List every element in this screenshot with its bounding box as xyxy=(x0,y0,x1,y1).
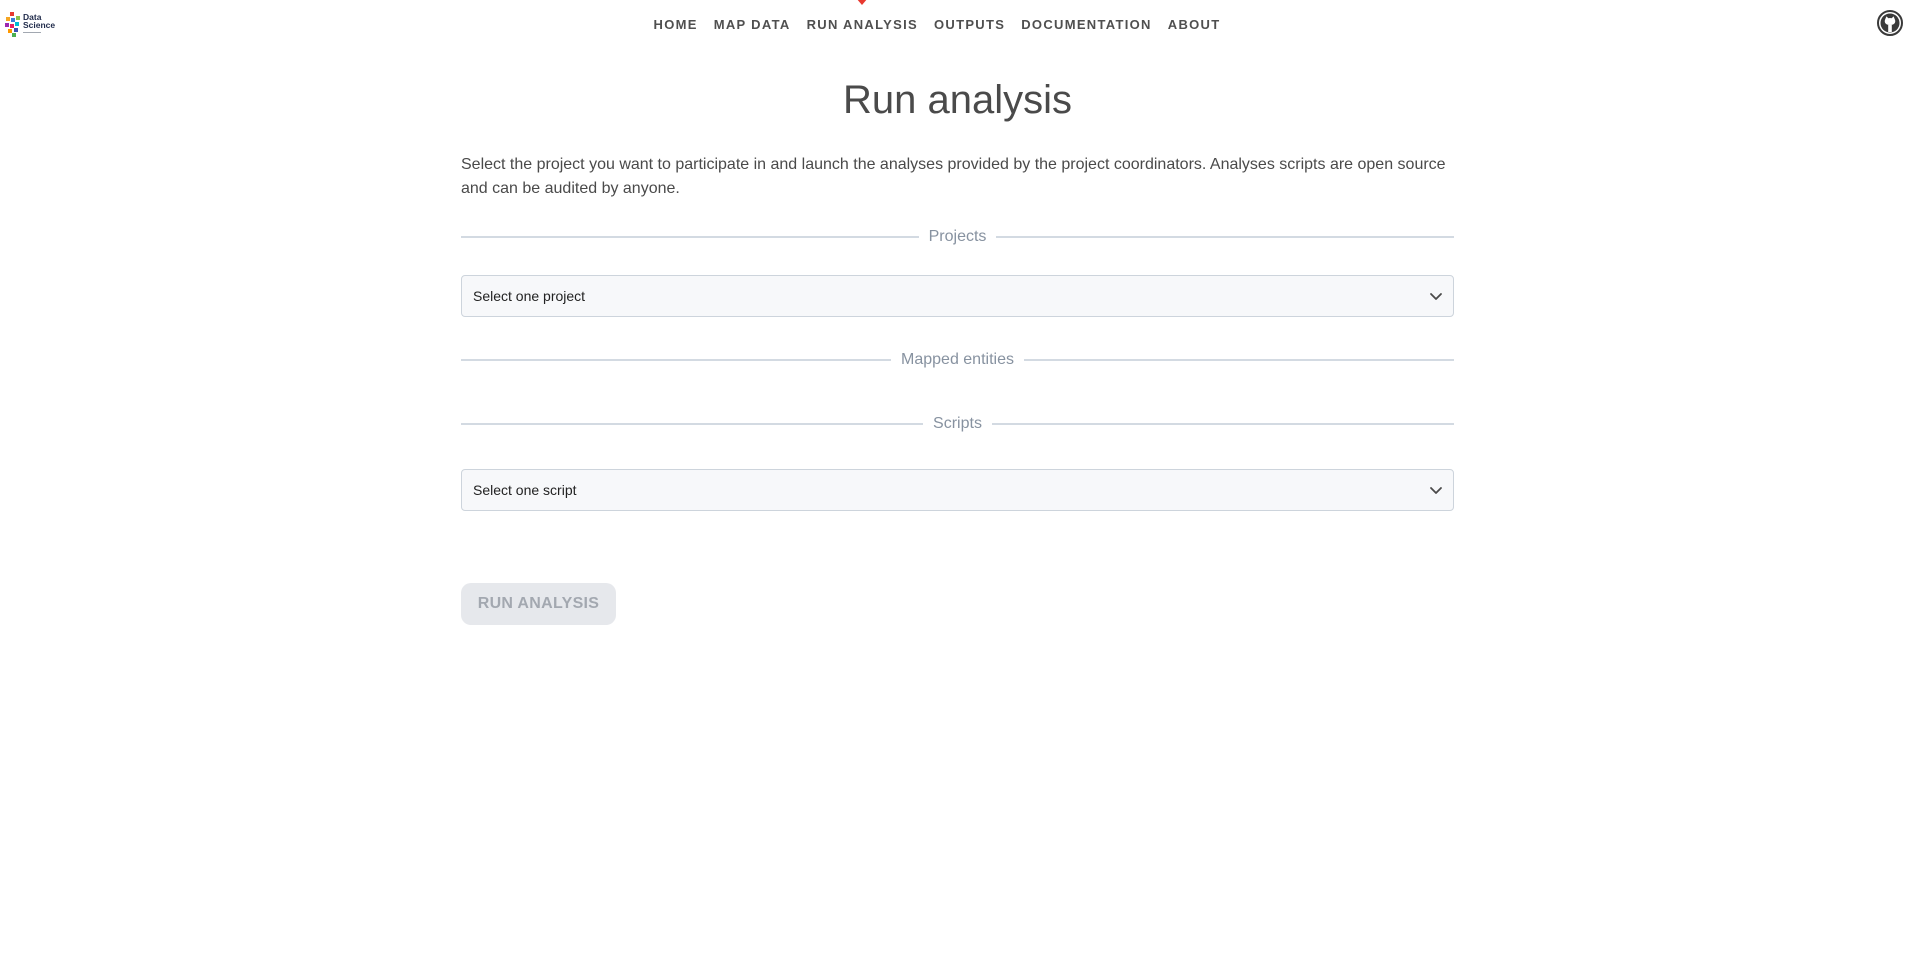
projects-divider: Projects xyxy=(461,225,1455,249)
projects-section-label: Projects xyxy=(928,228,987,245)
divider-line xyxy=(461,359,892,361)
divider-line xyxy=(1023,359,1454,361)
mapped-entities-divider: Mapped entities xyxy=(461,348,1454,372)
divider-line xyxy=(991,423,1454,425)
top-navigation-bar: Data Science ▬▬▬▬▬▬ HOME MAP DATA RUN AN… xyxy=(0,0,1914,48)
main-nav: HOME MAP DATA RUN ANALYSIS OUTPUTS DOCUM… xyxy=(0,0,1914,48)
nav-item-home[interactable]: HOME xyxy=(646,17,706,32)
nav-item-outputs[interactable]: OUTPUTS xyxy=(926,17,1013,32)
nav-item-run-analysis[interactable]: RUN ANALYSIS xyxy=(799,0,926,32)
project-select-value: Select one project xyxy=(473,288,586,304)
script-select[interactable]: Select one script xyxy=(461,469,1454,511)
nav-item-label: RUN ANALYSIS xyxy=(806,16,918,32)
github-icon[interactable] xyxy=(1877,10,1903,36)
divider-line xyxy=(461,236,919,238)
actions-area: RUN ANALYSIS xyxy=(461,511,1454,627)
page-title: Run analysis xyxy=(842,78,1072,122)
nav-item-documentation[interactable]: DOCUMENTATION xyxy=(1013,17,1160,32)
chevron-down-icon xyxy=(1430,487,1442,494)
project-select[interactable]: Select one project xyxy=(461,275,1454,317)
active-indicator-icon xyxy=(856,0,869,5)
nav-item-map-data[interactable]: MAP DATA xyxy=(706,17,799,32)
scripts-section-label: Scripts xyxy=(933,415,982,432)
chevron-down-icon xyxy=(1430,293,1442,300)
nav-items: HOME MAP DATA RUN ANALYSIS OUTPUTS DOCUM… xyxy=(646,0,1229,32)
run-analysis-content: Run analysis Select the project you want… xyxy=(461,60,1455,627)
scripts-divider: Scripts xyxy=(461,412,1454,436)
divider-line xyxy=(996,236,1455,238)
nav-item-about[interactable]: ABOUT xyxy=(1160,17,1229,32)
intro-text: Select the project you want to participa… xyxy=(461,156,1446,197)
mapped-entities-section-label: Mapped entities xyxy=(901,351,1014,368)
divider-line xyxy=(461,423,924,425)
script-select-value: Select one script xyxy=(473,482,577,498)
run-analysis-button[interactable]: RUN ANALYSIS xyxy=(461,583,616,625)
